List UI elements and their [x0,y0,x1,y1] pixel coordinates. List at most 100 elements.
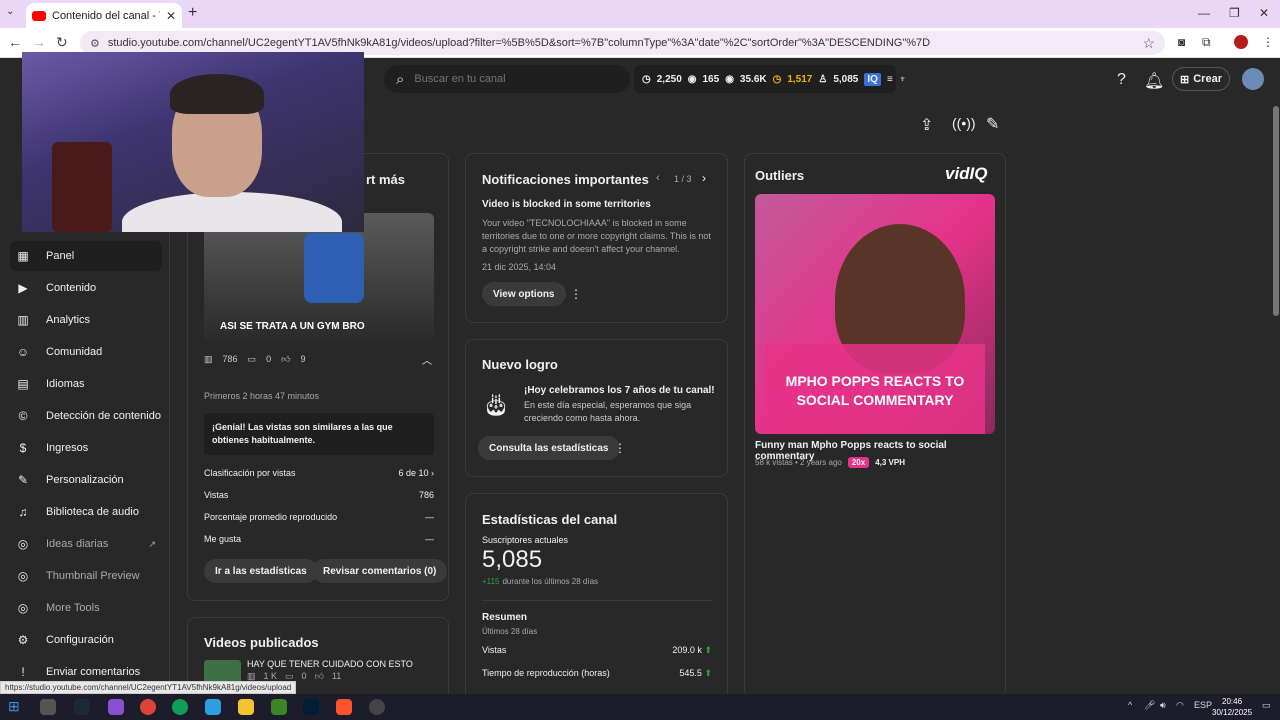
channel-stats-title: Estadísticas del canal [482,512,618,527]
sidebar-item-label: Comunidad [46,346,103,358]
rank-row[interactable]: Clasificación por vistas 6 de 10 › [204,468,434,478]
sidebar-item-analytics[interactable]: ▥ Analytics [10,305,162,335]
taskbar-clock[interactable]: 20:46 30/12/2025 [1212,696,1252,718]
upload-icon[interactable]: ⇪ [920,115,933,135]
create-button[interactable]: ⊞ Crear [1172,67,1230,91]
extension-icon[interactable]: ◙ [1178,35,1185,49]
help-icon[interactable]: ? [1117,71,1126,89]
trophy-icon[interactable]: ♆ [899,74,907,85]
feedback-icon: ! [21,665,25,679]
sidebar-item-label: More Tools [46,602,100,614]
sidebar-item-biblioteca-de-audio[interactable]: ♫ Biblioteca de audio [10,497,162,527]
outlier-thumb-caption: MPHO POPPS REACTS TO SOCIAL COMMENTARY [785,373,965,408]
sidebar-item-label: Detección de contenido [46,410,161,422]
vidiq-stats-bar[interactable]: ◷ 2,250 ◉ 165 ◉ 35.6K ◷ 1,517 ♙ 5,085 IQ ≡ ♆ [634,65,906,93]
sidebar-item-ingresos[interactable]: $ Ingresos [10,433,162,463]
sidebar-item-idiomas[interactable]: ▤ Idiomas [10,369,162,399]
list-icon[interactable]: ≡ [887,74,893,85]
search-input[interactable] [414,73,595,85]
more-options-icon[interactable]: ⋮ [570,287,582,301]
notification-center-icon[interactable]: ▭ [1262,700,1271,711]
sidebar-item-ideas-diarias[interactable]: ◎ Ideas diarias ↗ [10,529,162,559]
subscribers-value: 5,085 [482,546,543,573]
tray-chevron-icon[interactable]: ^ [1128,700,1132,710]
minimize-icon[interactable]: — [1198,6,1210,20]
divider [482,600,712,601]
scrollbar-thumb[interactable] [1273,106,1279,316]
outlier-thumbnail[interactable]: MPHO POPPS REACTS TO SOCIAL COMMENTARY [755,194,995,434]
mic-icon[interactable]: 🎤︎ [1144,700,1155,711]
new-tab-button[interactable]: + [188,4,197,22]
published-video-title[interactable]: HAY QUE TENER CUIDADO CON ESTO [247,659,413,669]
wifi-icon[interactable]: ◠ [1176,700,1184,711]
chevron-left-icon[interactable]: ‹ [656,172,660,184]
sidebar-item-contenido[interactable]: ▶ Contenido [10,273,162,303]
youtube-favicon-icon [32,10,46,21]
app-icon[interactable] [108,699,124,715]
sidebar-item-thumbnail-preview[interactable]: ◎ Thumbnail Preview [10,561,162,591]
view-stats-button[interactable]: Consulta las estadísticas [478,436,620,460]
chrome-profile-icon[interactable] [172,699,188,715]
person-shirt [122,192,342,232]
sidebar-item-label: Ingresos [46,442,89,454]
gold-clock-icon: ◷ [772,73,782,85]
speaker-icon[interactable]: 🔊︎ [1160,700,1166,711]
person-icon: ♙ [818,73,828,85]
minecraft-icon[interactable] [271,699,287,715]
forward-icon[interactable]: → [32,34,46,50]
chevron-up-icon[interactable]: ︿ [422,352,432,367]
summary-rows: Vistas 209.0 k ⬆ Tiempo de reproducción (… [482,645,712,679]
sidebar-item-label: Personalización [46,474,124,486]
tab-search-icon[interactable]: ⌄ [6,6,14,17]
browser-profile-avatar[interactable] [1234,35,1248,49]
edit-post-icon[interactable]: ✎ [986,114,999,134]
site-info-icon[interactable]: ⚙ [90,37,100,50]
sidebar-item-detección-de-contenido[interactable]: © Detección de contenido [10,401,162,431]
chevron-right-icon[interactable]: › [702,171,706,185]
folder-icon[interactable] [238,699,254,715]
browser-tab[interactable]: Contenido del canal - YouTube ✕ [26,3,182,28]
window-close-icon[interactable]: ✕ [1259,6,1269,20]
live-icon[interactable]: ((•)) [952,115,976,131]
page-scrollbar[interactable] [1272,100,1280,694]
like-icon: 👍︎ [281,354,291,364]
bookmark-star-icon[interactable]: ☆ [1142,35,1155,52]
sidebar-item-configuración[interactable]: ⚙ Configuración [10,625,162,655]
extensions-puzzle-icon[interactable]: ⧉ [1202,35,1211,50]
restore-icon[interactable]: ❐ [1229,6,1240,20]
chrome-icon[interactable] [140,699,156,715]
latest-video-thumbnail[interactable]: ASI SE TRATA A UN GYM BRO [204,213,434,342]
sidebar-item-comunidad[interactable]: ☺ Comunidad [10,337,162,367]
view-options-button[interactable]: View options [482,282,566,306]
sidebar-item-panel[interactable]: ▦ Panel [10,241,162,271]
steam-icon[interactable] [74,699,90,715]
review-comments-button[interactable]: Revisar comentarios (0) [312,559,448,583]
period-text: Primeros 2 horas 47 minutos [204,391,320,401]
back-icon[interactable]: ← [8,34,22,50]
telegram-icon[interactable] [205,699,221,715]
language-indicator[interactable]: ESP [1194,700,1212,710]
channel-avatar[interactable] [1242,68,1264,90]
taskview-icon[interactable] [40,699,56,715]
photoshop-icon[interactable] [303,699,319,715]
more-options-icon[interactable]: ⋮ [614,441,626,455]
browser-menu-icon[interactable]: ⋮ [1262,35,1274,49]
views-row: Vistas 786 [204,490,434,500]
reload-icon[interactable]: ↻ [56,34,68,51]
obs-icon[interactable] [369,699,385,715]
vidiq-badge-icon[interactable]: IQ [864,72,881,86]
windows-start-icon[interactable]: ⊞ [8,698,20,715]
webcam-overlay [22,52,364,232]
tab-close-icon[interactable]: ✕ [166,9,176,23]
outlier-meta: 58 k vistas • 2 years ago 20x 4,3 VPH [755,457,905,468]
channel-search[interactable]: ⌕ [384,65,630,93]
sidebar-item-more-tools[interactable]: ◎ More Tools [10,593,162,623]
sidebar-item-personalización[interactable]: ✎ Personalización [10,465,162,495]
content-icon: ▶ [18,281,28,295]
go-to-analytics-button[interactable]: Ir a las estadísticas [204,559,318,583]
trend-up-icon: ⬆ [704,668,712,678]
notifications-bell-icon[interactable]: 🔔︎ [1144,71,1164,91]
sidebar-item-label: Enviar comentarios [46,666,141,678]
sidebar-item-label: Contenido [46,282,97,294]
brave-icon[interactable] [336,699,352,715]
